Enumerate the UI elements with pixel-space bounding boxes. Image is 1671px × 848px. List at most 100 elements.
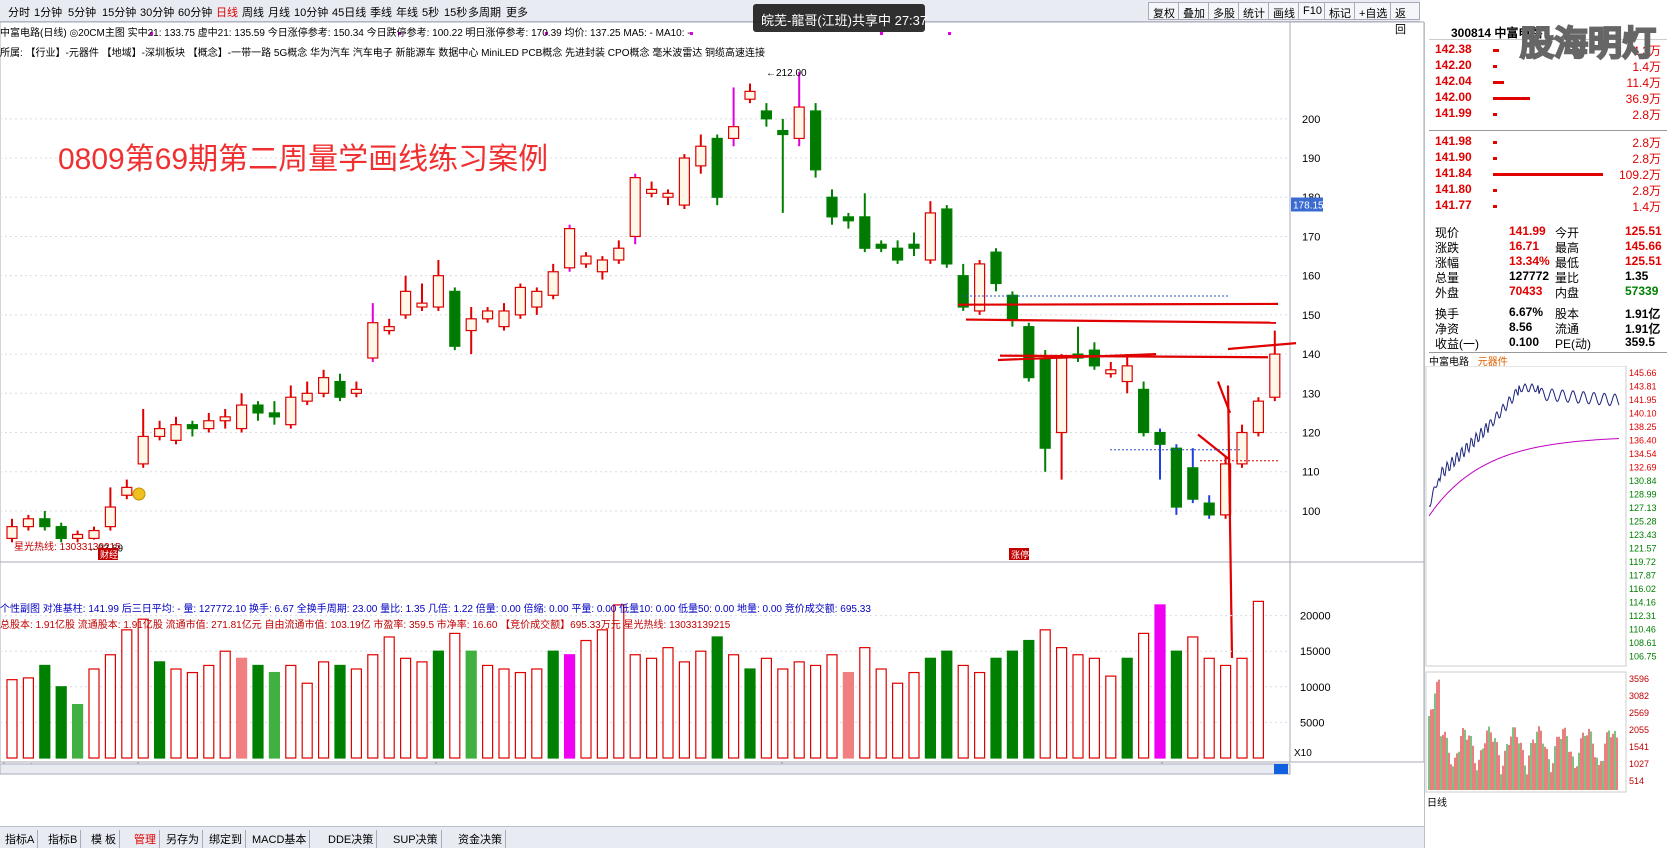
volume-bar[interactable] xyxy=(563,654,576,759)
candle-body[interactable] xyxy=(859,216,871,249)
volume-bar[interactable] xyxy=(547,650,559,759)
intraday-mini-chart[interactable]: 145.66 143.81 141.95 140.10 138.25 136.40 134.… xyxy=(1425,366,1671,848)
volume-bar[interactable] xyxy=(482,664,494,759)
candle-body[interactable] xyxy=(236,404,248,430)
candle-body[interactable] xyxy=(88,529,100,539)
candle-body[interactable] xyxy=(1137,388,1150,434)
volume-bar[interactable] xyxy=(809,664,822,759)
candle-body[interactable] xyxy=(104,506,117,528)
volume-bar[interactable] xyxy=(727,654,740,759)
volume-bar[interactable] xyxy=(22,677,34,759)
candle-body[interactable] xyxy=(268,412,280,418)
candle-body[interactable] xyxy=(203,420,215,430)
toolbar-button-2[interactable]: 多股 xyxy=(1208,2,1240,20)
volume-bar[interactable] xyxy=(236,657,248,759)
candle-body[interactable] xyxy=(71,533,84,539)
candle-body[interactable] xyxy=(154,427,166,438)
candle-body[interactable] xyxy=(695,145,707,167)
indicator-tab-9[interactable]: 资金决策 xyxy=(455,830,506,848)
candle-body[interactable] xyxy=(55,526,67,539)
volume-bar[interactable] xyxy=(711,636,723,759)
candle-body[interactable] xyxy=(727,126,740,140)
candle-body[interactable] xyxy=(137,435,149,465)
candle-body[interactable] xyxy=(383,326,395,332)
indicator-tab-4[interactable]: 另存为 xyxy=(163,830,203,848)
volume-bar[interactable] xyxy=(990,657,1002,759)
candle-body[interactable] xyxy=(678,157,691,206)
volume-bar[interactable] xyxy=(908,671,920,759)
candle-body[interactable] xyxy=(367,322,379,359)
candle-body[interactable] xyxy=(334,380,346,398)
candle-body[interactable] xyxy=(809,110,822,171)
volume-bar[interactable] xyxy=(383,636,395,759)
volume-bar[interactable] xyxy=(104,654,117,759)
candle-body[interactable] xyxy=(1154,431,1166,445)
volume-bar[interactable] xyxy=(1121,657,1133,759)
asks-row[interactable]: 142.04 11.4万 xyxy=(1429,74,1667,90)
candle-body[interactable] xyxy=(1236,431,1248,465)
candle-body[interactable] xyxy=(400,290,412,316)
volume-bar[interactable] xyxy=(1023,639,1035,759)
volume-bar[interactable] xyxy=(367,654,379,759)
toolbar-button-1[interactable]: 叠加 xyxy=(1178,2,1210,20)
volume-bar[interactable] xyxy=(842,671,855,759)
volume-bar[interactable] xyxy=(318,661,330,759)
volume-bar[interactable] xyxy=(416,661,428,759)
candle-body[interactable] xyxy=(662,192,674,198)
toolbar-button-7[interactable]: +自选 xyxy=(1354,2,1393,20)
volume-bar[interactable] xyxy=(695,650,707,759)
indicator-tab-8[interactable]: SUP决策 xyxy=(390,830,442,848)
bids-row[interactable]: 141.98 2.8万 xyxy=(1429,134,1667,150)
volume-bar[interactable] xyxy=(350,668,362,759)
volume-bar[interactable] xyxy=(268,671,280,759)
volume-bar[interactable] xyxy=(137,618,149,759)
candle-body[interactable] xyxy=(613,247,625,261)
volume-bar[interactable] xyxy=(1105,675,1117,759)
candle-body[interactable] xyxy=(350,388,362,394)
candle-body[interactable] xyxy=(875,243,887,249)
indicator-tab-5[interactable]: 绑定到 xyxy=(206,830,246,848)
volume-bar[interactable] xyxy=(1088,657,1101,759)
candle-body[interactable] xyxy=(580,255,592,265)
volume-bar[interactable] xyxy=(1006,650,1019,759)
asks-row[interactable]: 141.99 2.8万 xyxy=(1429,106,1667,122)
toolbar-button-4[interactable]: 画线 xyxy=(1268,2,1300,20)
candle-body[interactable] xyxy=(777,129,789,136)
candle-body[interactable] xyxy=(186,424,198,430)
volume-bar[interactable] xyxy=(973,671,986,759)
candle-body[interactable] xyxy=(449,290,461,347)
volume-bar[interactable] xyxy=(1187,636,1199,759)
volume-bar[interactable] xyxy=(432,650,444,759)
volume-bar[interactable] xyxy=(580,639,592,759)
volume-bar[interactable] xyxy=(301,682,313,759)
indicator-tab-3[interactable]: 管理 xyxy=(131,830,160,848)
volume-bar[interactable] xyxy=(6,679,18,759)
volume-bar[interactable] xyxy=(629,654,641,759)
candle-body[interactable] xyxy=(1006,294,1019,320)
indicator-tab-7[interactable]: DDE决策 xyxy=(325,830,378,848)
candle-body[interactable] xyxy=(760,110,773,120)
volume-bar[interactable] xyxy=(1039,629,1051,759)
candle-body[interactable] xyxy=(645,188,658,194)
indicator-tab-1[interactable]: 指标B xyxy=(45,830,82,848)
bids-row[interactable]: 141.77 1.4万 xyxy=(1429,198,1667,214)
volume-bar[interactable] xyxy=(924,657,937,759)
volume-bar[interactable] xyxy=(859,647,871,759)
candle-body[interactable] xyxy=(1252,400,1265,434)
candle-body[interactable] xyxy=(908,243,920,249)
volume-bar[interactable] xyxy=(88,668,100,759)
volume-bar[interactable] xyxy=(71,703,84,759)
volume-bar[interactable] xyxy=(662,647,674,759)
volume-bar[interactable] xyxy=(252,664,264,759)
bids-row[interactable]: 141.80 2.8万 xyxy=(1429,182,1667,198)
volume-bar[interactable] xyxy=(219,650,231,759)
volume-bar[interactable] xyxy=(186,671,198,759)
candle-body[interactable] xyxy=(826,196,838,218)
candle-body[interactable] xyxy=(498,310,510,328)
bids-row[interactable]: 141.84 109.2万 xyxy=(1429,166,1667,182)
candle-body[interactable] xyxy=(432,275,444,308)
indicator-tab-2[interactable]: 模 板 xyxy=(88,830,121,848)
toolbar-button-3[interactable]: 统计 xyxy=(1238,2,1270,20)
volume-bar[interactable] xyxy=(1055,647,1068,759)
volume-bar[interactable] xyxy=(793,661,805,759)
